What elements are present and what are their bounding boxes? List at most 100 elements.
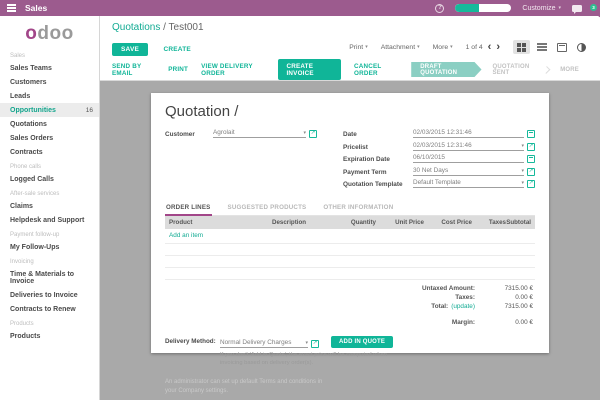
terms-placeholder[interactable]: An administrator can set up default Term… (165, 378, 325, 396)
untaxed-amount-value: 7315.00 € (475, 284, 533, 293)
hamburger-menu-icon[interactable] (7, 4, 16, 12)
col-product: Product (169, 219, 272, 226)
sidebar: odoo Sales Sales Teams Customers Leads O… (0, 16, 100, 400)
untaxed-amount-label: Untaxed Amount: (422, 284, 475, 293)
app-window: Sales ? Customize ▾ 3 odoo Sales Sales T… (0, 0, 600, 400)
pricelist-external-link-icon[interactable]: ↗ (527, 143, 535, 151)
taxes-label: Taxes: (455, 293, 475, 302)
sidebar-section-sales: Sales (0, 48, 99, 61)
view-switcher (513, 40, 590, 54)
delivery-method-external-link-icon[interactable]: ↗ (311, 340, 319, 348)
sidebar-item-deliveries-to-invoice[interactable]: Deliveries to Invoice (0, 288, 99, 302)
view-delivery-order-button[interactable]: VIEW DELIVERY ORDER (201, 63, 265, 77)
tab-suggested-products[interactable]: SUGGESTED PRODUCTS (227, 201, 308, 215)
update-taxes-link[interactable]: (update) (451, 302, 475, 311)
add-in-quote-button[interactable]: ADD IN QUOTE (331, 336, 393, 348)
status-step-more[interactable]: MORE (549, 62, 590, 77)
breadcrumb-quotations-link[interactable]: Quotations (112, 22, 160, 33)
sidebar-section-invoicing: Invoicing (0, 254, 99, 267)
action-buttons: SEND BY EMAIL PRINT VIEW DELIVERY ORDER … (112, 59, 411, 80)
delivery-method-row: Delivery Method: Normal Delivery Charges… (165, 336, 535, 368)
status-bar: DRAFT QUOTATION QUOTATION SENT MORE (411, 62, 590, 77)
help-icon[interactable]: ? (435, 4, 444, 13)
totals-block: Untaxed Amount: 7315.00 € Taxes: 0.00 € … (165, 280, 535, 327)
calendar-icon[interactable] (527, 155, 535, 163)
tab-other-information[interactable]: OTHER INFORMATION (322, 201, 394, 215)
sidebar-item-sales-teams[interactable]: Sales Teams (0, 61, 99, 75)
sidebar-item-customers[interactable]: Customers (0, 75, 99, 89)
sidebar-item-helpdesk[interactable]: Helpdesk and Support (0, 213, 99, 227)
sidebar-item-logged-calls[interactable]: Logged Calls (0, 172, 99, 186)
terms-input-underline[interactable] (165, 396, 285, 400)
status-step-quotation-sent[interactable]: QUOTATION SENT (482, 62, 549, 77)
customer-external-link-icon[interactable]: ↗ (309, 130, 317, 138)
notebook-tabs: ORDER LINES SUGGESTED PRODUCTS OTHER INF… (165, 201, 535, 216)
sidebar-item-opportunities[interactable]: Opportunities 16 (0, 103, 99, 117)
messages-count-badge: 3 (590, 4, 597, 11)
delivery-method-field[interactable]: Normal Delivery Charges ▾ (220, 339, 308, 348)
sidebar-item-quotations[interactable]: Quotations (0, 117, 99, 131)
pricelist-field[interactable]: 02/03/2015 12:31:46▾ (413, 142, 524, 151)
sidebar-item-time-materials[interactable]: Time & Materials to Invoice (0, 267, 99, 288)
status-step-draft-quotation[interactable]: DRAFT QUOTATION (411, 62, 481, 77)
print-action-button[interactable]: PRINT (168, 66, 188, 73)
col-description: Description (272, 219, 334, 226)
customize-menu[interactable]: Customize ▾ (522, 5, 561, 12)
calendar-icon[interactable] (527, 130, 535, 138)
payment-term-field[interactable]: 30 Net Days▾ (413, 167, 524, 176)
col-unit-price: Unit Price (376, 219, 424, 226)
quotation-template-field[interactable]: Default Template▾ (413, 179, 524, 188)
sidebar-item-contracts[interactable]: Contracts (0, 145, 99, 159)
chevron-down-icon: ▾ (417, 44, 420, 50)
chevron-down-icon: ▾ (521, 180, 524, 186)
save-button[interactable]: SAVE (112, 43, 148, 56)
empty-order-line (165, 244, 535, 256)
chevron-down-icon: ▾ (305, 340, 308, 346)
pager-next-icon[interactable]: › (496, 42, 500, 53)
pager-previous-icon[interactable]: ‹ (488, 42, 492, 53)
sidebar-section-phone-calls: Phone calls (0, 159, 99, 172)
total-value: 7315.00 € (475, 302, 533, 311)
payment-term-external-link-icon[interactable]: ↗ (527, 168, 535, 176)
quotation-template-external-link-icon[interactable]: ↗ (527, 180, 535, 188)
kanban-view-icon[interactable] (513, 40, 530, 54)
sidebar-item-sales-orders[interactable]: Sales Orders (0, 131, 99, 145)
sidebar-item-claims[interactable]: Claims (0, 199, 99, 213)
col-quantity: Quantity (334, 219, 376, 226)
odoo-logo[interactable]: odoo (0, 16, 99, 48)
chevron-down-icon: ▾ (450, 44, 453, 50)
taxes-value: 0.00 € (475, 293, 533, 302)
sidebar-item-leads[interactable]: Leads (0, 89, 99, 103)
delivery-method-label: Delivery Method: (165, 336, 220, 345)
list-view-icon[interactable] (533, 40, 550, 54)
form-content: Quotation / Customer Agrolait ▾ ↗ (100, 81, 600, 400)
attachment-dropdown[interactable]: Attachment▾ (381, 44, 420, 51)
more-dropdown[interactable]: More▾ (433, 44, 453, 51)
app-title: Sales (25, 3, 47, 13)
print-dropdown[interactable]: Print▾ (349, 44, 368, 51)
top-bar: Sales ? Customize ▾ 3 (0, 0, 600, 16)
chevron-down-icon: ▾ (558, 5, 561, 11)
date-label: Date (343, 131, 413, 138)
expiration-date-label: Expiration Date (343, 156, 413, 163)
customize-label: Customize (522, 5, 555, 12)
chevron-down-icon: ▾ (365, 44, 368, 50)
customer-field[interactable]: Agrolait ▾ (213, 129, 306, 138)
quotation-template-label: Quotation Template (343, 181, 413, 188)
date-field[interactable]: 02/03/2015 12:31:46 (413, 129, 524, 138)
create-button[interactable]: CREATE (163, 46, 190, 53)
sidebar-item-my-follow-ups[interactable]: My Follow-Ups (0, 240, 99, 254)
sidebar-item-products[interactable]: Products (0, 329, 99, 343)
graph-view-icon[interactable] (573, 40, 590, 54)
col-cost-price: Cost Price (424, 219, 472, 226)
chat-icon[interactable] (572, 5, 582, 12)
expiration-date-field[interactable]: 06/10/2015 (413, 154, 524, 163)
add-an-item-link[interactable]: Add an item (165, 229, 535, 244)
tab-order-lines[interactable]: ORDER LINES (165, 201, 212, 216)
calendar-view-icon[interactable] (553, 40, 570, 54)
create-invoice-button[interactable]: CREATE INVOICE (278, 59, 341, 80)
main-area: Quotations / Test001 SAVE CREATE Print▾ … (100, 16, 600, 400)
cancel-order-button[interactable]: CANCEL ORDER (354, 63, 398, 77)
send-by-email-button[interactable]: SEND BY EMAIL (112, 63, 155, 77)
sidebar-item-contracts-to-renew[interactable]: Contracts to Renew (0, 302, 99, 316)
